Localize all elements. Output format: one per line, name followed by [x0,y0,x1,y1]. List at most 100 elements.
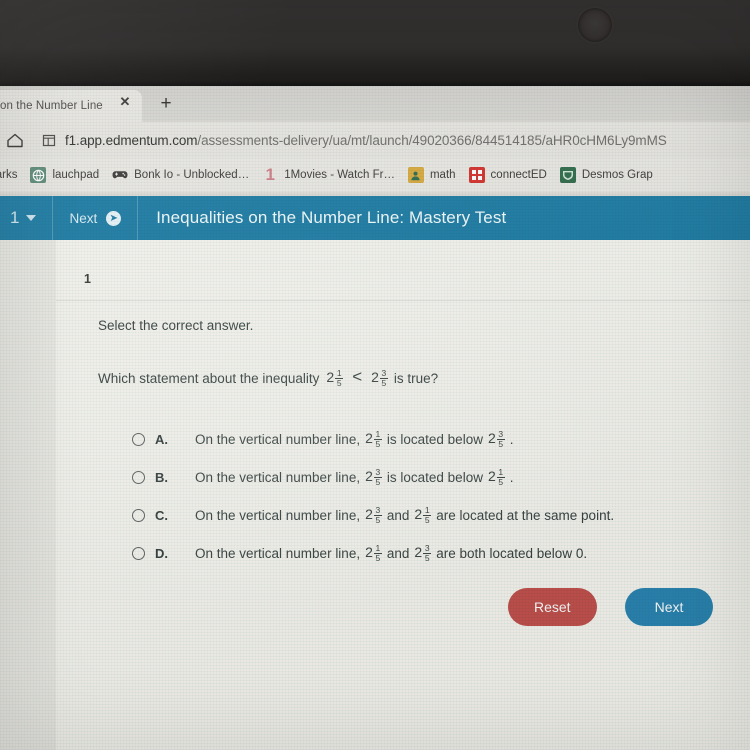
bookmark-connected[interactable]: connectED [468,167,547,183]
option-letter: B. [155,469,168,485]
mixed-number: 215 [414,504,432,525]
url-host: f1.app.edmentum.com [65,132,198,148]
one-icon: 1 [265,167,275,183]
radio-button[interactable] [132,508,145,522]
arrow-right-circle-icon: ➤ [106,210,122,226]
bookmarks-folder-label[interactable]: okmarks [0,169,17,181]
inequality-right-value: 2 3 5 [371,368,388,387]
fraction-denominator: 5 [336,378,342,388]
fraction: 1 5 [335,367,344,388]
radio-button[interactable] [132,546,145,560]
bookmarks-folder-text: okmarks [0,169,18,181]
reset-button[interactable]: Reset [508,588,597,626]
answer-option-d[interactable]: D. On the vertical number line, 2 1 5 and 2 3 5 a… [132,534,732,572]
bookmark-lauchpad[interactable]: lauchpad [30,167,99,183]
url-bar[interactable]: f1.app.edmentum.com/assessments-delivery… [65,133,667,148]
answer-options: A. On the vertical number line, 2 1 5 is loca… [132,420,732,572]
option-text-segment: are both located below 0. [436,545,588,561]
assessment-page: 1 Select the correct answer. Which state… [0,240,750,750]
header-divider-2 [137,196,139,240]
option-text: On the vertical number line, 2 3 5 and 2 1 5 are… [195,504,619,525]
screenshot-root: on the Number Line ✕ + f1.app.edmentum.c… [0,0,750,750]
question-instruction: Select the correct answer. [98,318,254,333]
bookmark-desmos[interactable]: Desmos Grap [559,167,653,183]
question-card: 1 Select the correct answer. Which state… [56,240,750,750]
fraction: 15 [373,543,382,563]
mixed-whole: 2 [371,369,379,385]
assessment-header: 1 Next ➤ Inequalities on the Number Line… [0,196,750,240]
mixed-whole: 2 [326,369,335,385]
question-stem-after: is true? [393,370,439,386]
question-selector[interactable]: 1 [0,196,52,240]
fraction-denominator: 5 [381,378,387,388]
bookmark-math[interactable]: math [407,167,456,183]
url-path: /assessments-delivery/ua/mt/launch/49020… [197,132,667,148]
fraction: 15 [373,428,382,449]
fraction: 35 [373,505,382,525]
answer-option-c[interactable]: C. On the vertical number line, 2 3 5 and 2 1 5 a… [132,496,732,534]
chevron-down-icon [26,215,37,221]
next-button[interactable]: Next [624,588,714,626]
header-next-button[interactable]: Next ➤ [53,196,137,240]
bookmark-label: lauchpad [52,169,100,181]
header-next-label: Next [69,210,98,226]
fraction-numerator: 3 [498,428,504,439]
bookmark-label: math [429,169,456,181]
option-text-segment: is located below [386,469,483,485]
omnibox-row: f1.app.edmentum.com/assessments-delivery… [0,122,750,158]
option-text: On the vertical number line, 2 1 5 is locate… [195,429,519,449]
radio-button[interactable] [132,432,145,446]
new-tab-icon[interactable]: + [156,94,176,114]
desmos-icon [559,167,576,183]
gamepad-icon [112,167,128,183]
option-text-segment: On the vertical number line, [195,431,361,447]
question-stem-before: Which statement about the inequality [98,370,320,386]
fraction-denominator: 5 [375,553,381,563]
fraction: 35 [373,466,382,487]
bookmark-bonk-io[interactable]: Bonk Io - Unblocked… [112,167,249,183]
mixed-whole: 2 [365,506,373,522]
laptop-bezel [0,0,750,86]
question-divider [56,300,750,301]
page-title: Inequalities on the Number Line: Mastery… [156,208,507,227]
action-buttons: Reset Next [508,588,714,626]
option-text-segment: and [386,545,410,561]
fraction: 15 [423,504,432,525]
fraction-numerator: 3 [381,367,387,378]
mixed-whole: 2 [365,544,373,560]
mixed-number: 215 [365,543,382,562]
fraction: 35 [496,428,505,449]
fraction-numerator: 3 [375,466,381,477]
fraction-numerator: 1 [336,367,342,378]
fraction-denominator: 5 [424,515,430,525]
mixed-number: 215 [365,429,382,448]
fraction-denominator: 5 [375,439,381,449]
mixed-whole: 2 [414,544,423,560]
mixed-number: 235 [488,429,505,448]
mixed-whole: 2 [487,468,496,484]
answer-option-b[interactable]: B. On the vertical number line, 2 3 5 is loca… [132,458,732,496]
fraction-numerator: 1 [375,428,381,439]
page-info-icon[interactable] [42,133,57,148]
option-text-segment: On the vertical number line, [195,469,361,485]
fraction-numerator: 1 [424,504,430,515]
person-icon [407,167,424,183]
answer-option-a[interactable]: A. On the vertical number line, 2 1 5 is loca… [132,420,732,458]
connected-icon [468,167,485,183]
mixed-whole: 2 [487,430,496,446]
bookmark-1movies[interactable]: 1 1Movies - Watch Fr… [262,167,395,183]
mixed-whole: 2 [365,430,373,446]
radio-button[interactable] [132,470,145,484]
fraction-numerator: 3 [424,542,430,553]
fraction-denominator: 5 [375,477,381,487]
close-icon[interactable]: ✕ [118,95,132,109]
option-text-segment: . [509,469,514,485]
fraction-denominator: 5 [498,439,504,449]
question-stem: Which statement about the inequality 2 1… [98,367,439,388]
option-text: On the vertical number line, 2 1 5 and 2 3 5 are… [195,542,592,563]
option-text-segment: On the vertical number line, [195,507,361,523]
home-icon[interactable] [4,129,26,151]
inequality-left-value: 2 1 5 [326,367,344,388]
option-text-segment: . [509,431,514,447]
fraction: 3 5 [379,367,388,388]
